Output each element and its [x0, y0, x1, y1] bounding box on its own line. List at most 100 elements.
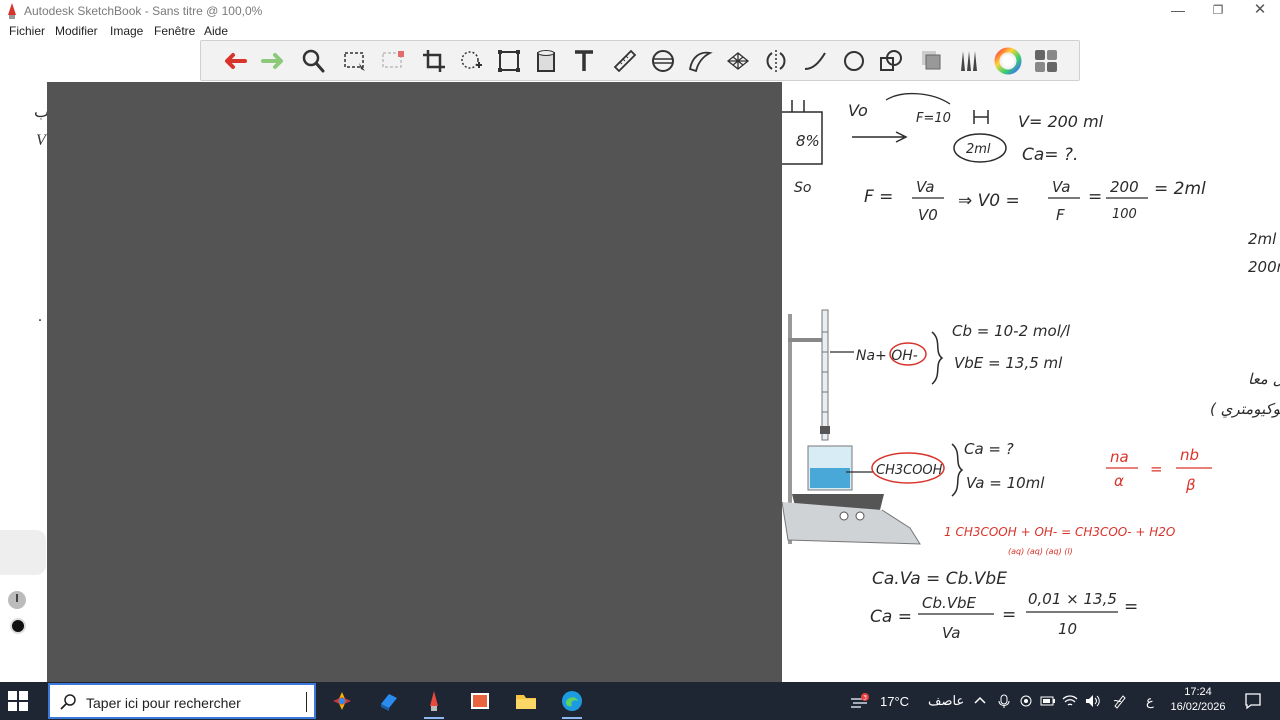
- microphone-icon[interactable]: [996, 693, 1012, 709]
- close-button[interactable]: ✕: [1238, 0, 1280, 22]
- file-explorer-icon[interactable]: [512, 687, 540, 715]
- frac-v0-den: V0: [918, 206, 938, 224]
- perspective-icon[interactable]: [721, 44, 755, 78]
- final-volume: V= 200 ml: [1018, 112, 1104, 131]
- ch3cooh-label: CH3COOH: [876, 463, 943, 478]
- undo-icon[interactable]: [218, 44, 252, 78]
- ca-titration: Ca = ?: [964, 440, 1014, 458]
- chevron-up-icon[interactable]: [972, 693, 988, 709]
- french-curve-icon[interactable]: [683, 44, 717, 78]
- menu-image[interactable]: Image: [110, 24, 143, 38]
- battery-icon[interactable]: [1040, 693, 1056, 709]
- office-icon[interactable]: [466, 687, 494, 715]
- pen-icon[interactable]: [1112, 693, 1128, 709]
- weather-condition[interactable]: عاصف: [928, 682, 964, 720]
- reaction-equation: 1 CH3COOH + OH- = CH3COO- + H2O: [944, 525, 1175, 539]
- cb-vbe-num: Cb.VbE: [922, 594, 977, 612]
- menu-modifier[interactable]: Modifier: [55, 24, 98, 38]
- stock-percent: 8%: [796, 132, 820, 150]
- photos-icon[interactable]: [328, 687, 356, 715]
- lasso-icon[interactable]: [455, 44, 489, 78]
- menu-bar: Fichier Modifier Image Fenêtre Aide: [0, 22, 1280, 40]
- menu-fenetre[interactable]: Fenêtre: [154, 24, 195, 38]
- arabic-flask-line: - حوجلة عيارية حجمها 200ml: [1248, 258, 1280, 276]
- eq-sign-2: =: [1002, 605, 1016, 625]
- weather-icon[interactable]: 3: [849, 693, 871, 709]
- windows-start-icon[interactable]: [8, 691, 28, 711]
- clock-time: 17:24: [1184, 686, 1212, 698]
- select-icon[interactable]: [338, 44, 372, 78]
- frac-va-num-2: Va: [1052, 178, 1071, 196]
- ratio-beta: β: [1185, 476, 1196, 494]
- terminal-icon[interactable]: [375, 687, 403, 715]
- symmetry-icon[interactable]: [759, 44, 793, 78]
- copic-library-icon[interactable]: [1029, 44, 1063, 78]
- sketchbook-icon[interactable]: [420, 687, 448, 719]
- weather-badge: 3: [863, 695, 867, 702]
- den-100: 100: [1112, 207, 1137, 222]
- layers-icon[interactable]: [915, 44, 949, 78]
- system-clock[interactable]: 17:24 16/02/2026: [1168, 685, 1228, 715]
- margin-char-2: V: [36, 132, 46, 149]
- implies-v0: ⇒ V0 =: [958, 191, 1020, 211]
- num-200: 200: [1110, 178, 1139, 196]
- eq-sign-3: =: [1124, 597, 1138, 617]
- ratio-nb: nb: [1180, 446, 1199, 464]
- ratio-alpha: α: [1114, 472, 1124, 490]
- lagoon-tab[interactable]: [0, 530, 46, 575]
- distort-icon[interactable]: [492, 44, 526, 78]
- maximize-button[interactable]: ❐: [1196, 0, 1240, 22]
- cb-value: Cb = 10-2 mol/l: [952, 322, 1071, 340]
- brush-puck-icon[interactable]: [7, 590, 27, 610]
- numeric-den: 10: [1058, 620, 1077, 638]
- notification-icon[interactable]: [1244, 692, 1262, 710]
- title-bar: Autodesk SketchBook - Sans titre @ 100,0…: [0, 0, 1280, 22]
- ellipse-guide-icon[interactable]: [646, 44, 680, 78]
- search-input[interactable]: Taper ici pour rechercher: [86, 695, 241, 711]
- camera-icon[interactable]: [1018, 693, 1034, 709]
- volume-icon[interactable]: [1084, 693, 1100, 709]
- circle-icon[interactable]: [837, 44, 871, 78]
- pipette-volume: 2ml: [966, 142, 991, 157]
- weather-temp[interactable]: 17°C: [880, 682, 909, 720]
- wifi-icon[interactable]: [1062, 693, 1078, 709]
- vbe-value: VbE = 13,5 ml: [954, 354, 1063, 372]
- minimize-button[interactable]: —: [1156, 0, 1200, 22]
- ruler-icon[interactable]: [608, 44, 642, 78]
- brushes-icon[interactable]: [952, 44, 986, 78]
- redo-icon[interactable]: [256, 44, 290, 78]
- color-wheel-icon[interactable]: [991, 44, 1025, 78]
- zoom-icon[interactable]: [296, 44, 330, 78]
- windows-taskbar: Taper ici pour rechercher 3 17°C عاصف ع …: [0, 682, 1280, 720]
- fill-bucket-icon[interactable]: [529, 44, 563, 78]
- menu-fichier[interactable]: Fichier: [9, 24, 45, 38]
- dilution-factor: F=10: [916, 111, 951, 126]
- formula-f: F =: [864, 187, 893, 207]
- menu-aide[interactable]: Aide: [204, 24, 228, 38]
- language-indicator[interactable]: ع: [1146, 682, 1154, 720]
- eq-sign-1: =: [1088, 187, 1102, 207]
- ratio-eq: =: [1150, 460, 1163, 478]
- dark-overlay-panel: [47, 82, 782, 682]
- edge-icon[interactable]: [558, 687, 586, 719]
- margin-char-4: .: [38, 308, 42, 325]
- transform-select-icon[interactable]: [376, 44, 410, 78]
- text-icon[interactable]: [567, 44, 601, 78]
- ca-unknown: Ca= ?.: [1022, 145, 1078, 165]
- text-caret: [306, 692, 307, 712]
- search-icon: [60, 694, 76, 710]
- crop-icon[interactable]: [417, 44, 451, 78]
- taskbar-search-box[interactable]: Taper ici pour rechercher: [48, 683, 316, 719]
- color-puck-icon[interactable]: [10, 618, 26, 634]
- handwritten-notes: 8% So Vo F=10 V= 200 ml 2ml Ca= ?. F = V…: [781, 82, 1280, 682]
- toolbar: [200, 40, 1080, 81]
- shapes-icon[interactable]: [874, 44, 908, 78]
- ratio-na: na: [1110, 448, 1129, 466]
- stock-label: So: [794, 180, 811, 196]
- stroke-icon[interactable]: [798, 44, 832, 78]
- naoh-label: Na+ OH-: [856, 348, 918, 364]
- arabic-pipette-line: - ماصة مزودة بإجاصة حجمها 2ml: [1248, 230, 1280, 248]
- va-titration: Va = 10ml: [966, 474, 1045, 492]
- equivalence-relation: Ca.Va = Cb.VbE: [872, 569, 1007, 589]
- sketchbook-window: Autodesk SketchBook - Sans titre @ 100,0…: [0, 0, 1280, 720]
